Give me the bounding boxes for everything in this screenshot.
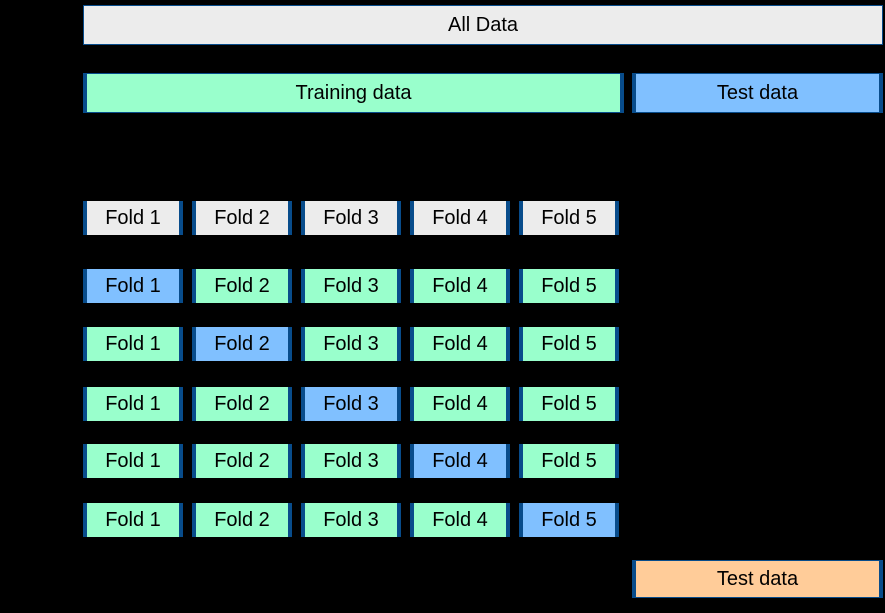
fold-row-5: Fold 1 Fold 2 Fold 3 Fold 4 Fold 5 — [83, 503, 619, 537]
fold-1-val: Fold 1 — [83, 269, 183, 303]
fold-3-train: Fold 4 — [410, 387, 510, 421]
fold-4-val: Fold 4 — [410, 444, 510, 478]
fold-1-train: Fold 3 — [301, 269, 401, 303]
all-data-box: All Data — [83, 5, 883, 45]
fold-5-train: Fold 4 — [410, 503, 510, 537]
fold-2-train: Fold 4 — [410, 327, 510, 361]
fold-2-train: Fold 3 — [301, 327, 401, 361]
fold-header-4: Fold 4 — [410, 201, 510, 235]
final-test-data-box: Test data — [632, 560, 883, 598]
fold-2-val: Fold 2 — [192, 327, 292, 361]
fold-1-train: Fold 5 — [519, 269, 619, 303]
test-data-box: Test data — [632, 73, 883, 113]
fold-row-3: Fold 1 Fold 2 Fold 3 Fold 4 Fold 5 — [83, 387, 619, 421]
fold-1-train: Fold 2 — [192, 269, 292, 303]
fold-1-train: Fold 4 — [410, 269, 510, 303]
fold-row-2: Fold 1 Fold 2 Fold 3 Fold 4 Fold 5 — [83, 327, 619, 361]
fold-5-train: Fold 1 — [83, 503, 183, 537]
fold-header-5: Fold 5 — [519, 201, 619, 235]
fold-4-train: Fold 5 — [519, 444, 619, 478]
fold-2-train: Fold 1 — [83, 327, 183, 361]
fold-3-train: Fold 5 — [519, 387, 619, 421]
fold-5-train: Fold 3 — [301, 503, 401, 537]
fold-4-train: Fold 1 — [83, 444, 183, 478]
fold-header-2: Fold 2 — [192, 201, 292, 235]
fold-3-val: Fold 3 — [301, 387, 401, 421]
fold-3-train: Fold 2 — [192, 387, 292, 421]
fold-header-row: Fold 1 Fold 2 Fold 3 Fold 4 Fold 5 — [83, 201, 619, 235]
fold-row-1: Fold 1 Fold 2 Fold 3 Fold 4 Fold 5 — [83, 269, 619, 303]
fold-5-val: Fold 5 — [519, 503, 619, 537]
fold-header-1: Fold 1 — [83, 201, 183, 235]
fold-2-train: Fold 5 — [519, 327, 619, 361]
fold-row-4: Fold 1 Fold 2 Fold 3 Fold 4 Fold 5 — [83, 444, 619, 478]
fold-5-train: Fold 2 — [192, 503, 292, 537]
fold-4-train: Fold 3 — [301, 444, 401, 478]
training-data-box: Training data — [83, 73, 624, 113]
fold-header-3: Fold 3 — [301, 201, 401, 235]
fold-4-train: Fold 2 — [192, 444, 292, 478]
fold-3-train: Fold 1 — [83, 387, 183, 421]
